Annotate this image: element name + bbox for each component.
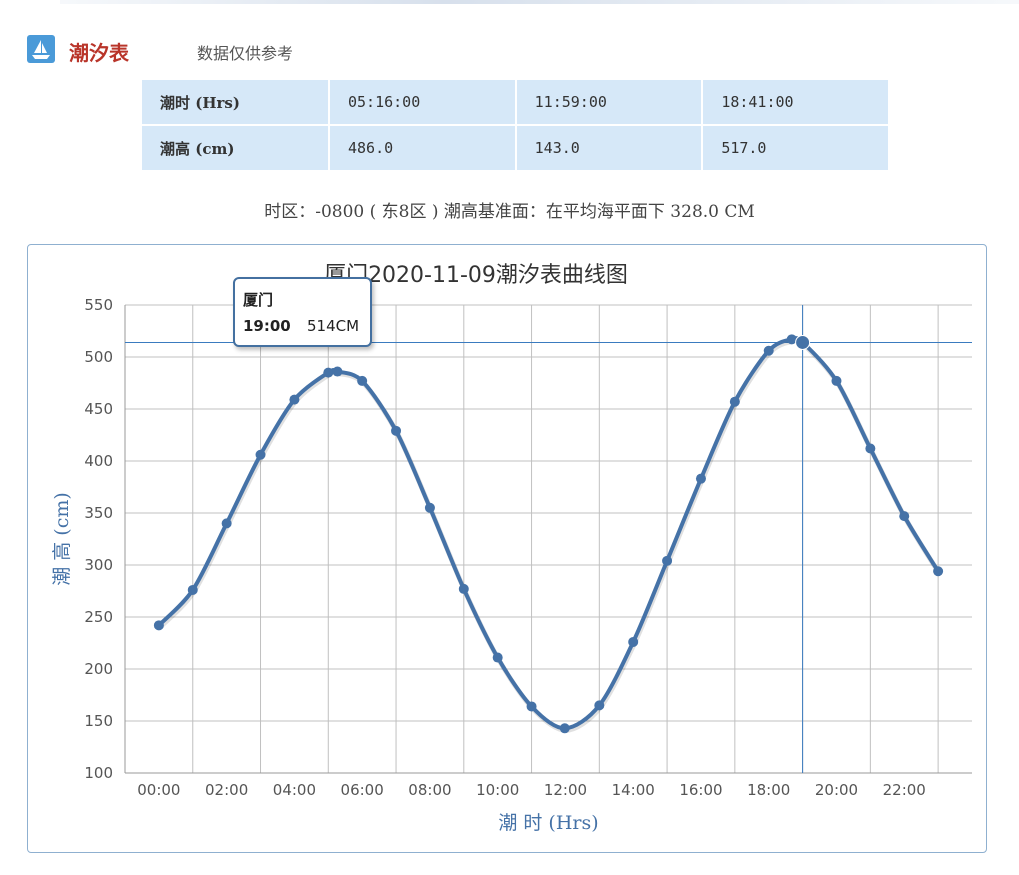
data-point <box>865 443 876 454</box>
y-tick-label: 400 <box>84 452 113 470</box>
data-point <box>662 555 673 566</box>
data-point <box>332 366 343 377</box>
y-tick-label: 450 <box>84 400 113 418</box>
y-tick-label: 150 <box>84 712 113 730</box>
tooltip-value: 514CM <box>307 317 360 335</box>
y-tick-label: 550 <box>84 296 113 314</box>
data-point <box>933 566 944 577</box>
data-point <box>594 700 605 711</box>
data-point <box>831 375 842 386</box>
x-tick-label: 10:00 <box>476 781 519 799</box>
tooltip-time: 19:00 <box>243 317 291 335</box>
series-line <box>157 336 940 731</box>
y-axis-title: 潮 高 (cm) <box>51 492 73 586</box>
y-tick-label: 350 <box>84 504 113 522</box>
data-point <box>559 723 570 734</box>
data-point <box>899 511 910 522</box>
y-tick-label: 200 <box>84 660 113 678</box>
x-tick-label: 20:00 <box>815 781 858 799</box>
data-point <box>255 449 266 460</box>
data-point <box>357 375 368 386</box>
data-point <box>187 584 198 595</box>
x-tick-label: 16:00 <box>679 781 722 799</box>
x-tick-label: 04:00 <box>273 781 316 799</box>
y-tick-label: 250 <box>84 608 113 626</box>
y-tick-label: 500 <box>84 348 113 366</box>
data-point <box>628 636 639 647</box>
chart-tooltip: 厦门 19:00 514CM <box>233 277 372 347</box>
tide-chart: 厦门2020-11-09潮汐表曲线图1001502002503003504004… <box>51 263 972 834</box>
data-point <box>526 701 537 712</box>
data-point <box>289 394 300 405</box>
x-tick-label: 08:00 <box>408 781 451 799</box>
x-tick-label: 18:00 <box>747 781 790 799</box>
data-point <box>492 652 503 663</box>
tooltip-station: 厦门 <box>243 291 274 309</box>
x-tick-label: 00:00 <box>137 781 180 799</box>
data-point <box>729 396 740 407</box>
data-point <box>221 518 232 529</box>
x-tick-label: 12:00 <box>544 781 587 799</box>
x-tick-label: 02:00 <box>205 781 248 799</box>
x-tick-label: 06:00 <box>341 781 384 799</box>
x-axis-title: 潮 时 (Hrs) <box>498 812 598 834</box>
data-point <box>695 473 706 484</box>
y-tick-label: 300 <box>84 556 113 574</box>
data-point <box>458 583 469 594</box>
series-line-shadow <box>158 337 942 733</box>
y-tick-label: 100 <box>84 764 113 782</box>
data-point <box>323 367 334 378</box>
data-point <box>424 502 435 513</box>
highlighted-point <box>795 334 811 350</box>
data-point <box>391 425 402 436</box>
data-point <box>763 345 774 356</box>
x-tick-label: 22:00 <box>883 781 926 799</box>
data-point <box>153 620 164 631</box>
x-tick-label: 14:00 <box>612 781 655 799</box>
